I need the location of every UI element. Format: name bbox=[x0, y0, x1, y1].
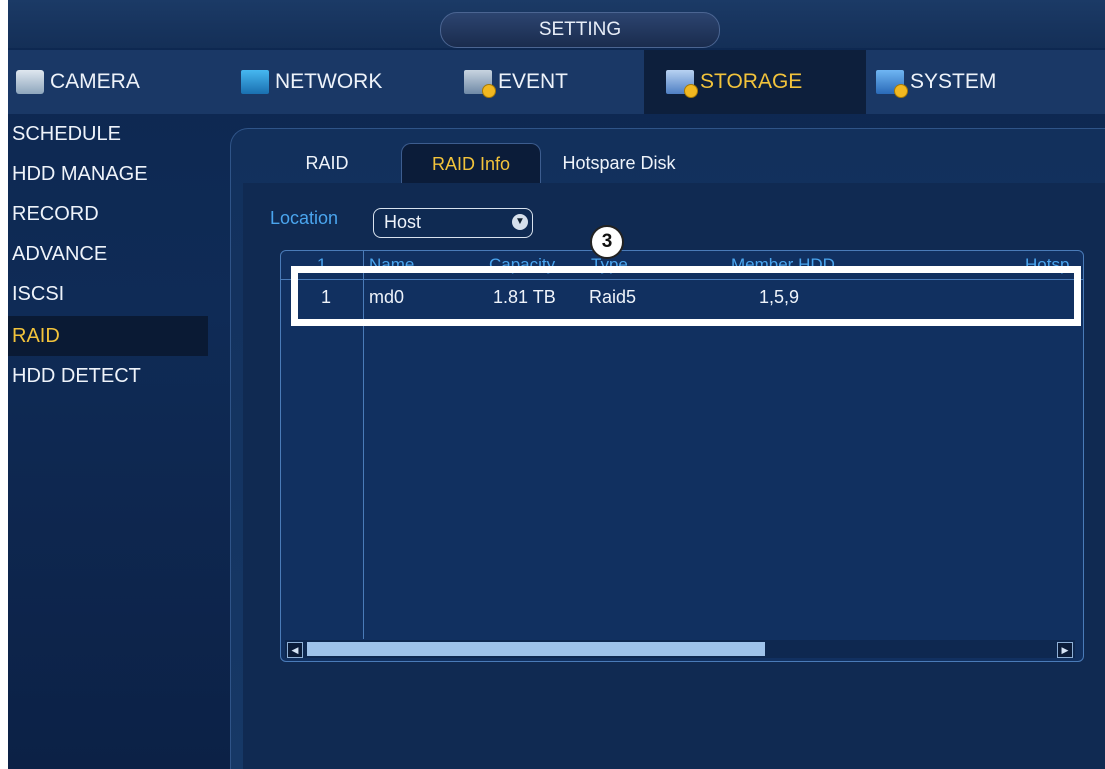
tab-event-label: EVENT bbox=[498, 70, 569, 93]
page-title: SETTING bbox=[440, 12, 720, 48]
chevron-down-icon[interactable]: ▼ bbox=[512, 214, 528, 230]
storage-icon bbox=[666, 70, 698, 98]
scrollbar-thumb[interactable] bbox=[307, 642, 765, 656]
dvr-setting-screen: SETTING CAMERA NETWORK EVENT STORAGE SYS… bbox=[8, 0, 1105, 769]
subtab-raid[interactable]: RAID bbox=[287, 143, 367, 183]
horizontal-scrollbar[interactable]: ◀ ▶ bbox=[285, 640, 1075, 658]
top-navigation: CAMERA NETWORK EVENT STORAGE SYSTEM bbox=[8, 50, 1105, 114]
scroll-right-icon[interactable]: ▶ bbox=[1057, 642, 1073, 658]
callout-number: 3 bbox=[590, 225, 624, 259]
tab-network-label: NETWORK bbox=[275, 70, 383, 93]
sidebar-item-hdd-manage[interactable]: HDD MANAGE bbox=[8, 154, 208, 194]
location-value: Host bbox=[384, 212, 422, 232]
scroll-left-icon[interactable]: ◀ bbox=[287, 642, 303, 658]
network-icon bbox=[241, 70, 269, 94]
tab-event[interactable]: EVENT bbox=[456, 50, 644, 114]
title-bar: SETTING bbox=[8, 0, 1105, 48]
system-icon bbox=[876, 70, 908, 98]
tab-storage[interactable]: STORAGE bbox=[644, 50, 866, 114]
subtab-raid-info[interactable]: RAID Info bbox=[401, 143, 541, 184]
tab-camera[interactable]: CAMERA bbox=[8, 50, 226, 114]
tab-system[interactable]: SYSTEM bbox=[856, 50, 1096, 114]
sidebar-item-hdd-detect[interactable]: HDD DETECT bbox=[8, 356, 208, 396]
sidebar: SCHEDULE HDD MANAGE RECORD ADVANCE ISCSI… bbox=[8, 114, 208, 396]
camera-icon bbox=[16, 70, 44, 94]
tab-system-label: SYSTEM bbox=[910, 70, 997, 93]
tab-network[interactable]: NETWORK bbox=[233, 50, 441, 114]
tab-camera-label: CAMERA bbox=[50, 70, 140, 93]
location-select[interactable]: Host ▼ bbox=[373, 208, 533, 238]
event-icon bbox=[464, 70, 496, 98]
sidebar-item-raid[interactable]: RAID bbox=[8, 316, 208, 356]
sidebar-item-advance[interactable]: ADVANCE bbox=[8, 234, 208, 274]
row-highlight-box bbox=[291, 266, 1081, 326]
subtab-hotspare-disk[interactable]: Hotspare Disk bbox=[545, 143, 693, 183]
location-label: Location bbox=[270, 208, 339, 228]
sidebar-item-record[interactable]: RECORD bbox=[8, 194, 208, 234]
sidebar-item-schedule[interactable]: SCHEDULE bbox=[8, 114, 208, 154]
sidebar-item-iscsi[interactable]: ISCSI bbox=[8, 274, 208, 314]
tab-storage-label: STORAGE bbox=[700, 70, 803, 93]
